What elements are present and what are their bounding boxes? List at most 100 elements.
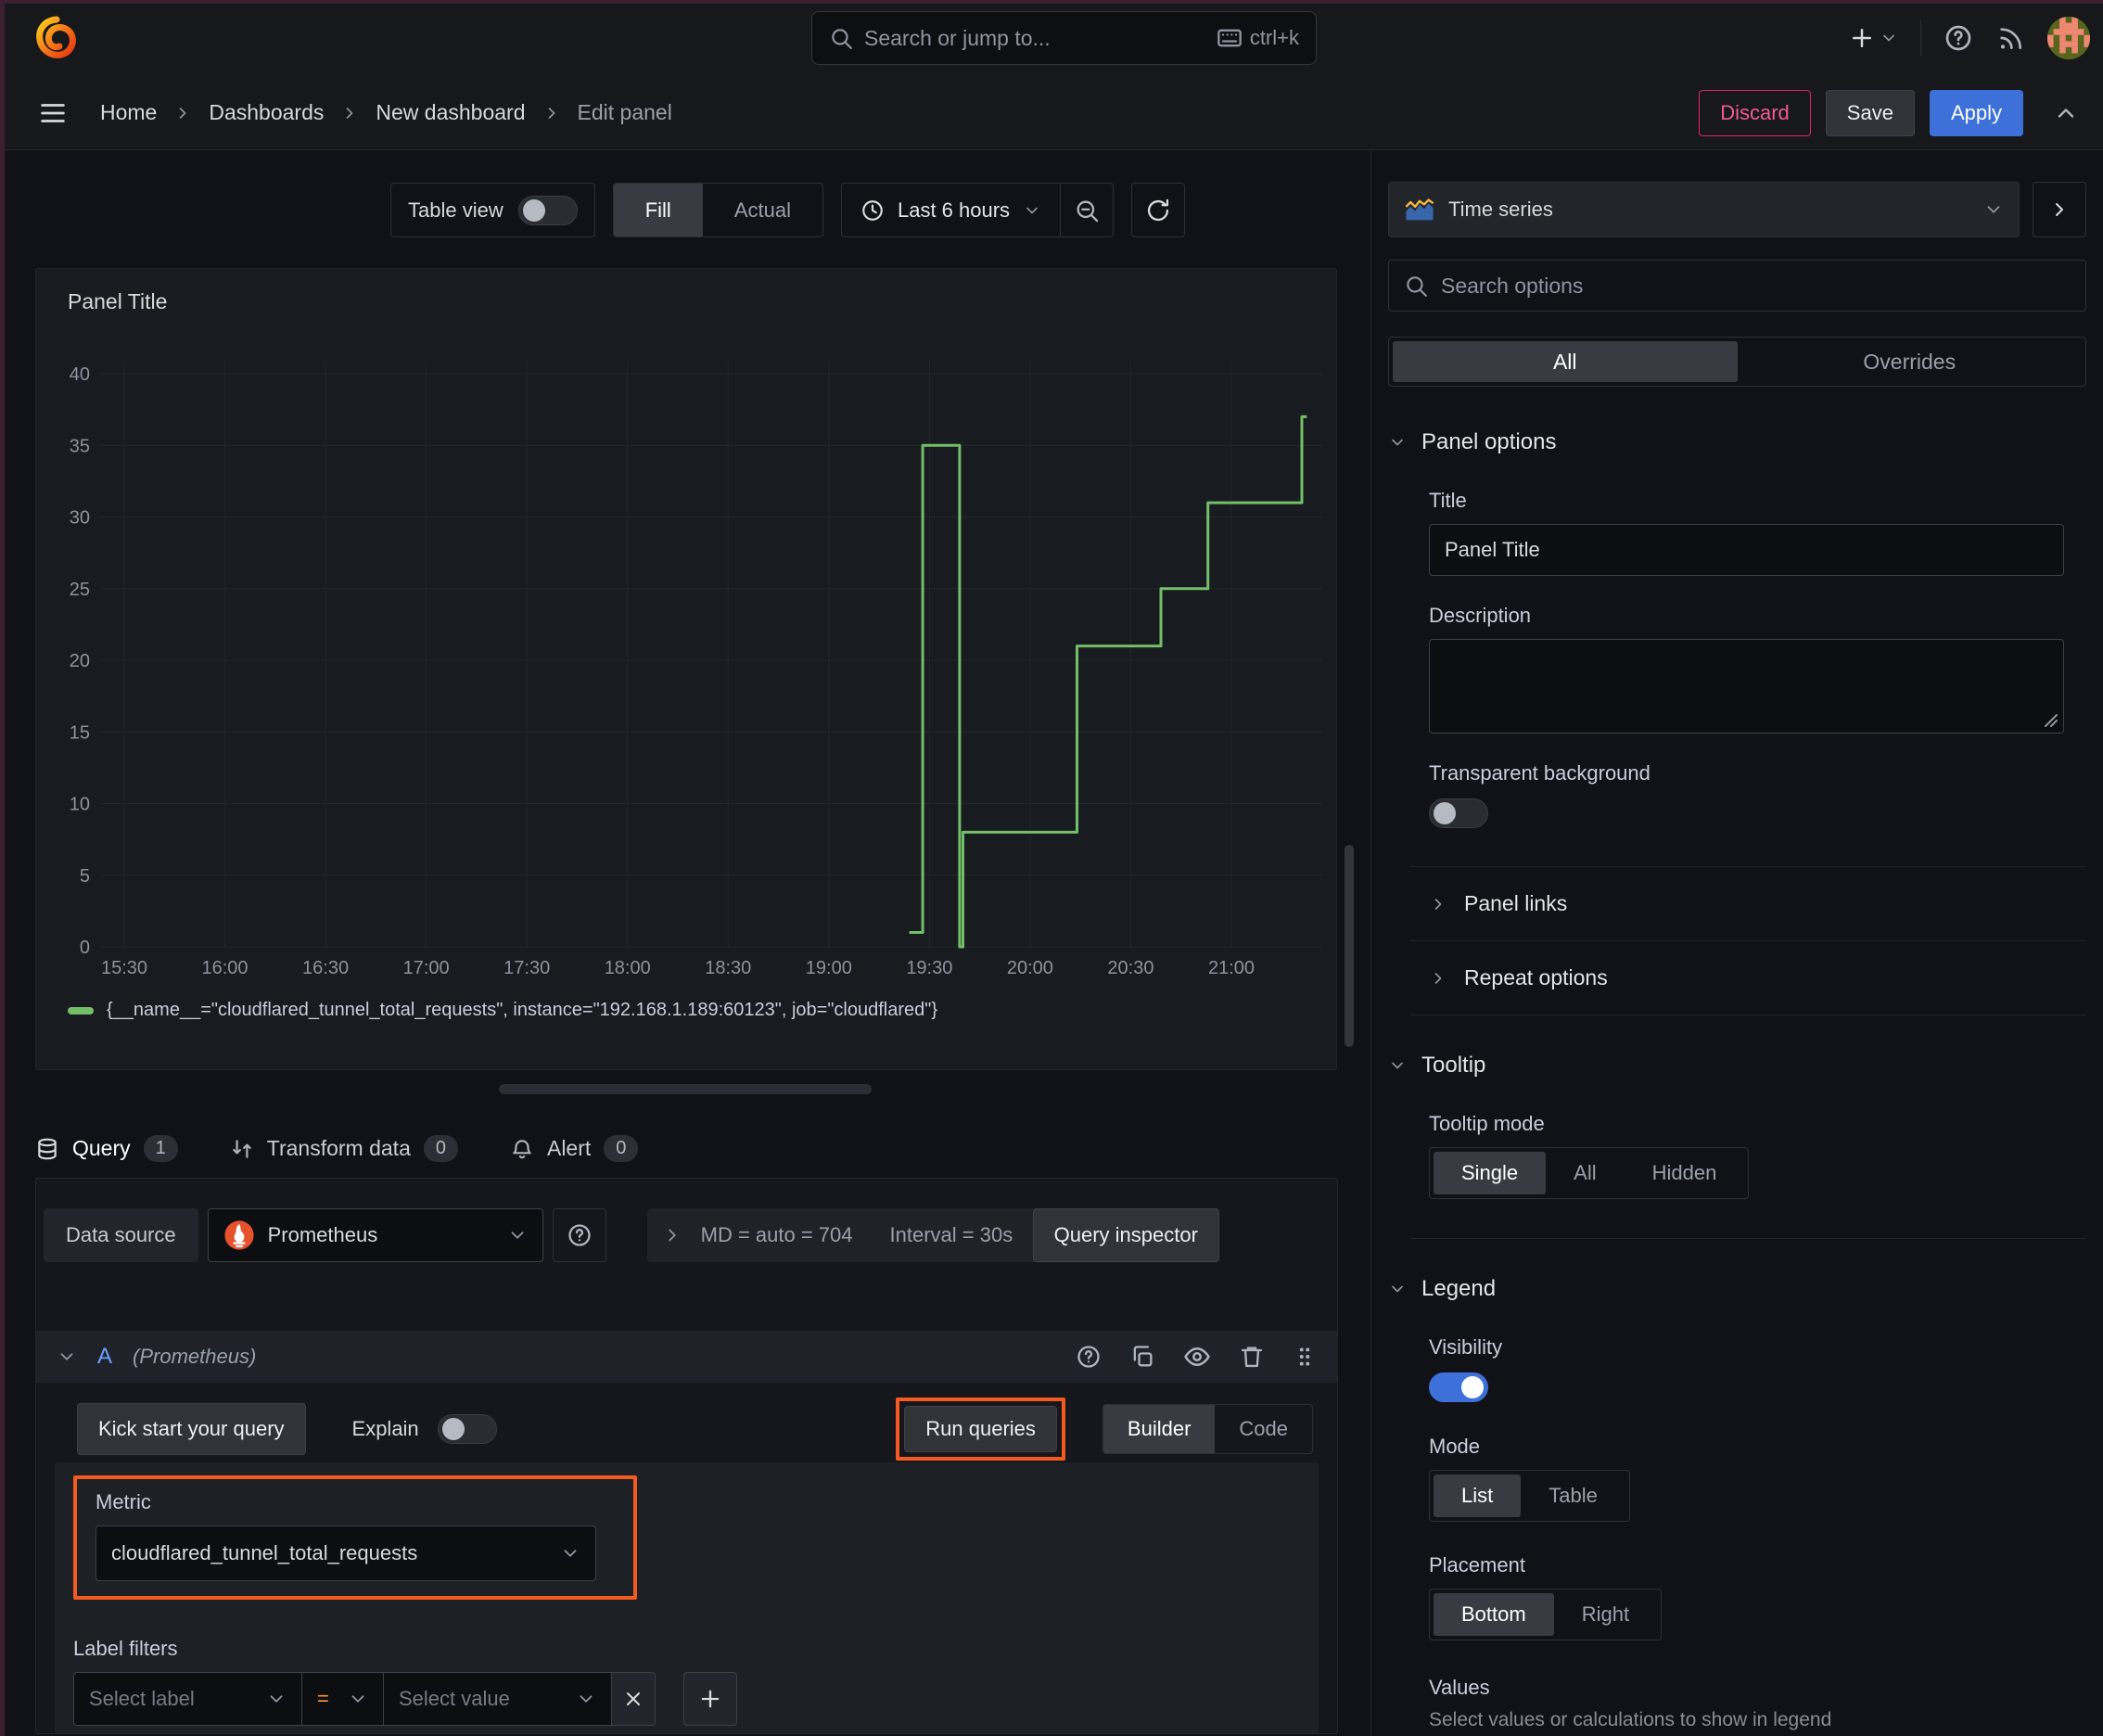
svg-text:16:00: 16:00 <box>202 958 249 978</box>
tooltip-all-option[interactable]: All <box>1546 1152 1624 1194</box>
query-options-summary[interactable]: MD = auto = 704 Interval = 30s <box>646 1208 1048 1262</box>
trash-icon[interactable] <box>1239 1344 1265 1370</box>
help-icon[interactable] <box>1944 23 1973 53</box>
tooltip-hidden-option[interactable]: Hidden <box>1625 1152 1745 1194</box>
time-range-group: Last 6 hours <box>840 183 1115 237</box>
save-button[interactable]: Save <box>1825 89 1915 136</box>
discard-button[interactable]: Discard <box>1699 89 1811 136</box>
description-textarea[interactable] <box>1429 639 2064 734</box>
tab-query[interactable]: Query 1 <box>35 1135 178 1162</box>
panel-links-section[interactable]: Panel links <box>1388 867 2086 940</box>
datasource-picker[interactable]: Prometheus <box>207 1208 543 1262</box>
legend-values-help: Select values or calculations to show in… <box>1429 1709 1832 1730</box>
legend-right-option[interactable]: Right <box>1554 1593 1657 1636</box>
chevron-up-icon[interactable] <box>2053 100 2079 126</box>
builder-option[interactable]: Builder <box>1102 1405 1216 1453</box>
chart-legend: {__name__="cloudflared_tunnel_total_requ… <box>68 1000 937 1021</box>
chevron-down-icon <box>511 1232 524 1239</box>
prometheus-icon <box>224 1220 254 1250</box>
legend-bottom-option[interactable]: Bottom <box>1434 1593 1554 1636</box>
duplicate-icon[interactable] <box>1129 1344 1155 1370</box>
refresh-button[interactable] <box>1131 183 1186 237</box>
apply-button[interactable]: Apply <box>1929 89 2023 136</box>
max-data-points: MD = auto = 704 <box>700 1223 853 1246</box>
resize-handle-icon[interactable] <box>2044 713 2058 728</box>
clock-icon <box>862 199 883 221</box>
legend-list-option[interactable]: List <box>1434 1474 1522 1517</box>
legend-series-label[interactable]: {__name__="cloudflared_tunnel_total_requ… <box>107 1000 937 1021</box>
options-search-input[interactable] <box>1441 273 2071 299</box>
news-rss-icon[interactable] <box>1995 23 2025 53</box>
chart-area: 0 5 10 15 20 25 30 35 40 15:30 16:00 16:30 17:00 17:3… <box>36 325 1334 992</box>
datasource-help-button[interactable] <box>552 1208 606 1262</box>
tooltip-section-header[interactable]: Tooltip <box>1388 1053 2086 1079</box>
add-filter-button[interactable] <box>683 1672 737 1726</box>
svg-text:17:30: 17:30 <box>503 958 550 978</box>
visualization-value: Time series <box>1448 198 1553 221</box>
remove-filter-button[interactable] <box>611 1672 656 1726</box>
overrides-option[interactable]: Overrides <box>1738 341 2083 382</box>
legend-series-swatch[interactable] <box>68 1006 94 1015</box>
all-option[interactable]: All <box>1393 341 1738 382</box>
scrollbar-thumb[interactable] <box>1345 845 1354 1047</box>
time-range-picker[interactable]: Last 6 hours <box>842 184 1060 236</box>
metric-value: cloudflared_tunnel_total_requests <box>111 1541 418 1564</box>
fill-option[interactable]: Fill <box>613 184 703 236</box>
user-avatar[interactable] <box>2047 17 2090 59</box>
breadcrumb-dashboards[interactable]: Dashboards <box>209 100 324 125</box>
actual-option[interactable]: Actual <box>703 184 822 236</box>
breadcrumb-home[interactable]: Home <box>100 100 157 125</box>
global-search-input[interactable] <box>864 25 1205 51</box>
query-count-badge: 1 <box>143 1135 178 1162</box>
transparent-background-toggle[interactable] <box>1429 798 1488 828</box>
metric-select[interactable]: cloudflared_tunnel_total_requests <box>96 1525 596 1581</box>
tab-alert[interactable]: Alert 0 <box>510 1135 639 1162</box>
transparent-background-label: Transparent background <box>1429 761 1651 785</box>
grafana-logo-icon[interactable] <box>33 16 78 60</box>
help-icon[interactable] <box>1076 1344 1102 1370</box>
query-ref-datasource: (Prometheus) <box>133 1345 257 1368</box>
panel-title-input[interactable] <box>1429 524 2064 576</box>
new-button[interactable] <box>1848 24 1898 52</box>
select-label-dropdown[interactable]: Select label <box>73 1672 301 1726</box>
zoom-out-time-button[interactable] <box>1060 184 1113 236</box>
select-value-dropdown[interactable]: Select value <box>383 1672 611 1726</box>
tab-transform-data[interactable]: Transform data 0 <box>230 1135 458 1162</box>
table-view-control: Table view <box>390 183 595 237</box>
legend-table-option[interactable]: Table <box>1521 1474 1625 1517</box>
panel-resize-handle[interactable] <box>499 1084 872 1094</box>
breadcrumb-new-dashboard[interactable]: New dashboard <box>376 100 525 125</box>
run-queries-button[interactable]: Run queries <box>904 1406 1057 1452</box>
kick-start-query-button[interactable]: Kick start your query <box>77 1403 306 1455</box>
chevron-down-icon <box>1392 1062 1403 1069</box>
editor-tabs: Query 1 Transform data 0 Alert 0 <box>35 1122 1370 1183</box>
title-label: Title <box>1429 489 1467 512</box>
legend-visibility-toggle[interactable] <box>1429 1372 1488 1402</box>
explain-toggle[interactable] <box>437 1414 497 1444</box>
metric-label: Metric <box>96 1490 151 1513</box>
query-inspector-button[interactable]: Query inspector <box>1032 1208 1219 1262</box>
drag-handle-icon[interactable] <box>1293 1345 1317 1369</box>
datasource-value: Prometheus <box>267 1223 378 1246</box>
explain-label: Explain <box>351 1417 419 1440</box>
code-option[interactable]: Code <box>1215 1405 1312 1453</box>
tooltip-single-option[interactable]: Single <box>1434 1152 1547 1194</box>
operator-dropdown[interactable]: = <box>301 1672 383 1726</box>
search-shortcut: ctrl+k <box>1217 25 1299 51</box>
legend-section-header[interactable]: Legend <box>1388 1276 2086 1302</box>
repeat-options-section[interactable]: Repeat options <box>1388 941 2086 1015</box>
tooltip-mode-segmented: Single All Hidden <box>1429 1147 1750 1199</box>
menu-icon[interactable] <box>37 97 69 129</box>
options-search[interactable] <box>1388 260 2086 312</box>
timeseries-viz-icon <box>1405 198 1434 220</box>
table-view-toggle[interactable] <box>517 195 578 225</box>
collapse-options-button[interactable] <box>2033 182 2086 237</box>
tooltip-mode-label: Tooltip mode <box>1429 1112 1545 1135</box>
query-ref-row[interactable]: A (Prometheus) <box>36 1331 1337 1383</box>
eye-icon[interactable] <box>1183 1343 1211 1371</box>
select-label-placeholder: Select label <box>89 1687 195 1710</box>
query-builder-card: Metric cloudflared_tunnel_total_requests… <box>55 1462 1319 1733</box>
visualization-picker[interactable]: Time series <box>1388 182 2020 237</box>
global-search[interactable]: ctrl+k <box>811 11 1317 65</box>
panel-options-header[interactable]: Panel options <box>1388 429 2086 455</box>
